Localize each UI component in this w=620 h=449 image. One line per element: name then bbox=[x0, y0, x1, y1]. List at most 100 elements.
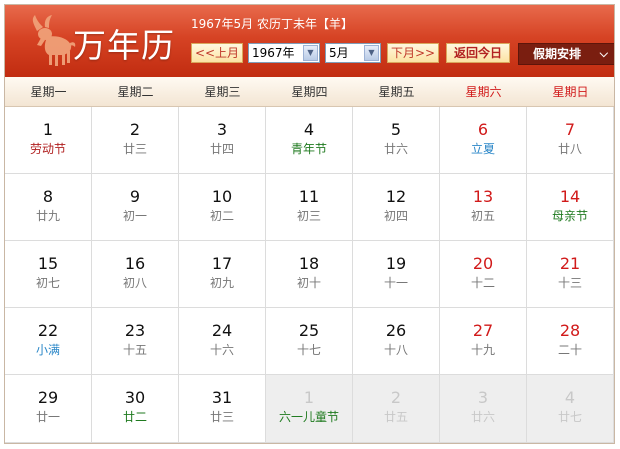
calendar-day-cell[interactable]: 16 初八 bbox=[92, 241, 179, 308]
day-number: 31 bbox=[211, 388, 233, 407]
day-number: 11 bbox=[298, 187, 320, 206]
calendar-day-cell[interactable]: 15 初七 bbox=[5, 241, 92, 308]
lunar-date: 廿一 bbox=[35, 410, 60, 424]
festival-label: 六一儿童节 bbox=[278, 410, 339, 424]
day-number: 1 bbox=[42, 120, 54, 139]
day-number: 3 bbox=[477, 388, 489, 407]
calendar-day-cell[interactable]: 31 廿三 bbox=[179, 375, 266, 443]
calendar-day-cell[interactable]: 30 廿二 bbox=[92, 375, 179, 443]
calendar-day-cell[interactable]: 2 廿五 bbox=[353, 375, 440, 443]
lunar-date: 初二 bbox=[209, 209, 234, 223]
calendar-day-cell[interactable]: 9 初一 bbox=[92, 174, 179, 241]
calendar-day-cell[interactable]: 3 廿四 bbox=[179, 107, 266, 174]
lunar-date: 初十 bbox=[296, 276, 321, 290]
calendar-day-cell[interactable]: 6 立夏 bbox=[440, 107, 527, 174]
chevron-down-icon[interactable]: ▼ bbox=[364, 45, 379, 61]
calendar-day-cell[interactable]: 10 初二 bbox=[179, 174, 266, 241]
lunar-date: 初九 bbox=[209, 276, 234, 290]
lunar-date: 十二 bbox=[470, 276, 495, 290]
calendar-day-cell[interactable]: 22 小满 bbox=[5, 308, 92, 375]
day-number: 26 bbox=[385, 321, 407, 340]
calendar-day-cell[interactable]: 13 初五 bbox=[440, 174, 527, 241]
weekday-label: 星期六 bbox=[465, 85, 502, 99]
day-number: 10 bbox=[211, 187, 233, 206]
calendar-day-cell[interactable]: 14 母亲节 bbox=[527, 174, 614, 241]
calendar-day-cell[interactable]: 4 青年节 bbox=[266, 107, 353, 174]
calendar-day-cell[interactable]: 5 廿六 bbox=[353, 107, 440, 174]
lunar-date: 初八 bbox=[122, 276, 147, 290]
chevron-down-icon[interactable]: ▼ bbox=[303, 45, 318, 61]
lunar-date: 初四 bbox=[383, 209, 408, 223]
day-number: 3 bbox=[216, 120, 228, 139]
calendar-day-cell[interactable]: 21 十三 bbox=[527, 241, 614, 308]
lunar-date: 廿三 bbox=[209, 410, 234, 424]
lunar-year-info: 1967年5月 农历丁未年【羊】 bbox=[191, 17, 353, 31]
weekday-label: 星期二 bbox=[117, 85, 154, 99]
calendar-day-cell[interactable]: 12 初四 bbox=[353, 174, 440, 241]
calendar-header: 万年历 1967年5月 农历丁未年【羊】 <<上月 1967年 ▼ 5月 ▼ 下… bbox=[5, 5, 614, 77]
calendar-day-cell[interactable]: 11 初三 bbox=[266, 174, 353, 241]
year-select-value: 1967年 bbox=[252, 46, 295, 60]
calendar-day-grid: 1 劳动节 2 廿三 3 廿四 4 青年节 5 廿六 6 立夏 7 廿八 8 廿九 9 初一 10 初二 11 初三 12 初… bbox=[5, 107, 614, 443]
calendar-day-cell[interactable]: 24 十六 bbox=[179, 308, 266, 375]
lunar-date: 廿六 bbox=[383, 142, 408, 156]
day-number: 23 bbox=[124, 321, 146, 340]
lunar-date: 廿三 bbox=[122, 142, 147, 156]
calendar-day-cell[interactable]: 28 二十 bbox=[527, 308, 614, 375]
weekday-label: 星期日 bbox=[552, 85, 589, 99]
festival-label: 劳动节 bbox=[29, 142, 66, 156]
calendar-day-cell[interactable]: 17 初九 bbox=[179, 241, 266, 308]
chevron-down-icon: ⌵ bbox=[599, 47, 608, 60]
day-number: 17 bbox=[211, 254, 233, 273]
year-select[interactable]: 1967年 ▼ bbox=[248, 43, 320, 63]
day-number: 22 bbox=[37, 321, 59, 340]
calendar-day-cell[interactable]: 29 廿一 bbox=[5, 375, 92, 443]
calendar-day-cell[interactable]: 4 廿七 bbox=[527, 375, 614, 443]
festival-label: 母亲节 bbox=[551, 209, 588, 223]
calendar-day-cell[interactable]: 2 廿三 bbox=[92, 107, 179, 174]
calendar-day-cell[interactable]: 25 十七 bbox=[266, 308, 353, 375]
calendar-day-cell[interactable]: 1 六一儿童节 bbox=[266, 375, 353, 443]
day-number: 25 bbox=[298, 321, 320, 340]
calendar-day-cell[interactable]: 23 十五 bbox=[92, 308, 179, 375]
day-number: 19 bbox=[385, 254, 407, 273]
day-number: 4 bbox=[564, 388, 576, 407]
calendar-day-cell[interactable]: 26 十八 bbox=[353, 308, 440, 375]
day-number: 2 bbox=[129, 120, 141, 139]
month-select[interactable]: 5月 ▼ bbox=[325, 43, 381, 63]
lunar-date: 二十 bbox=[557, 343, 582, 357]
back-to-today-button[interactable]: 返回今日 bbox=[446, 43, 510, 63]
calendar-day-cell[interactable]: 18 初十 bbox=[266, 241, 353, 308]
weekday-label: 星期五 bbox=[378, 85, 415, 99]
calendar-widget: 万年历 1967年5月 农历丁未年【羊】 <<上月 1967年 ▼ 5月 ▼ 下… bbox=[4, 4, 615, 444]
calendar-day-cell[interactable]: 3 廿六 bbox=[440, 375, 527, 443]
calendar-day-cell[interactable]: 27 十九 bbox=[440, 308, 527, 375]
lunar-date: 十六 bbox=[209, 343, 234, 357]
goat-logo-icon bbox=[32, 15, 76, 66]
lunar-date: 十一 bbox=[383, 276, 408, 290]
calendar-day-cell[interactable]: 20 十二 bbox=[440, 241, 527, 308]
lunar-date: 初一 bbox=[122, 209, 147, 223]
calendar-day-cell[interactable]: 19 十一 bbox=[353, 241, 440, 308]
lunar-date: 廿九 bbox=[35, 209, 60, 223]
lunar-date: 十五 bbox=[122, 343, 147, 357]
festival-label: 廿二 bbox=[122, 410, 147, 424]
calendar-day-cell[interactable]: 7 廿八 bbox=[527, 107, 614, 174]
next-month-button[interactable]: 下月>> bbox=[387, 43, 439, 63]
calendar-day-cell[interactable]: 8 廿九 bbox=[5, 174, 92, 241]
day-number: 28 bbox=[559, 321, 581, 340]
weekday-label: 星期四 bbox=[291, 85, 328, 99]
prev-month-button[interactable]: <<上月 bbox=[191, 43, 243, 63]
day-number: 2 bbox=[390, 388, 402, 407]
calendar-day-cell[interactable]: 1 劳动节 bbox=[5, 107, 92, 174]
day-number: 13 bbox=[472, 187, 494, 206]
day-number: 1 bbox=[303, 388, 315, 407]
festival-label: 立夏 bbox=[470, 142, 495, 156]
lunar-date: 初三 bbox=[296, 209, 321, 223]
day-number: 6 bbox=[477, 120, 489, 139]
day-number: 30 bbox=[124, 388, 146, 407]
lunar-date: 十八 bbox=[383, 343, 408, 357]
holiday-schedule-dropdown[interactable]: 假期安排 ⌵ bbox=[518, 43, 614, 65]
lunar-date: 初五 bbox=[470, 209, 495, 223]
lunar-date: 廿六 bbox=[470, 410, 495, 424]
